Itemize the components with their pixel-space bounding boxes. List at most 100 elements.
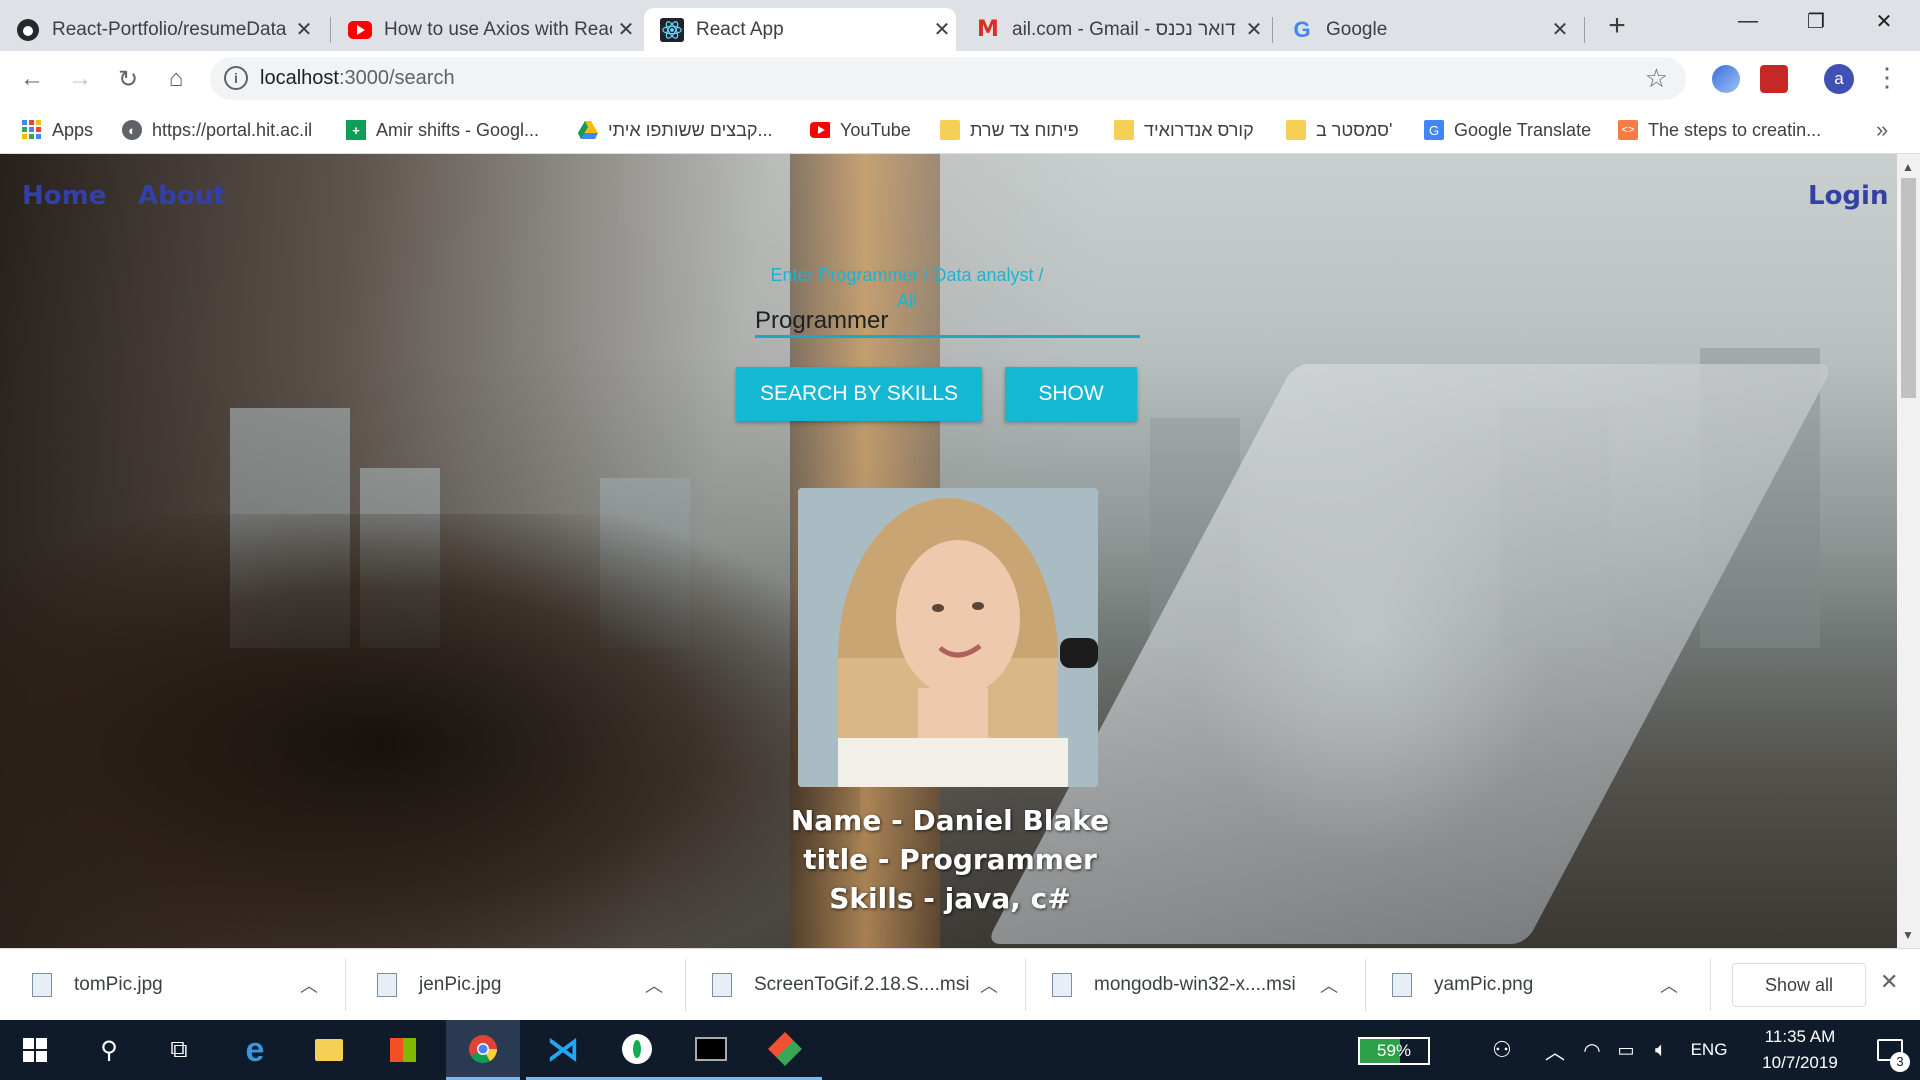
bookmark-android-course[interactable]: קורס אנדרואיד [1114, 114, 1254, 146]
bookmark-steps-creating[interactable]: <> The steps to creatin... [1618, 114, 1821, 146]
chevron-up-icon[interactable]: ︿ [645, 972, 663, 998]
bookmark-apps[interactable]: Apps [22, 114, 93, 146]
tab-google[interactable]: G Google ✕ [1274, 8, 1574, 51]
file-explorer-app[interactable] [296, 1020, 362, 1080]
task-view-button[interactable]: ⧉ [146, 1020, 212, 1080]
globe-icon: ◐ [122, 120, 142, 140]
store-icon [390, 1038, 416, 1062]
bookmark-google-translate[interactable]: G Google Translate [1424, 114, 1591, 146]
nav-login-link[interactable]: Login [1808, 181, 1888, 211]
language-indicator[interactable]: ENG [1684, 1020, 1734, 1080]
tab-separator [1272, 17, 1273, 43]
close-icon[interactable]: ✕ [290, 17, 318, 42]
search-by-skills-button[interactable]: SEARCH BY SKILLS [736, 367, 982, 421]
clock-date: 10/7/2019 [1762, 1053, 1838, 1072]
profile-skills: Skills - java, c# [829, 882, 1071, 915]
tab-github[interactable]: React-Portfolio/resumeData ✕ [0, 8, 318, 51]
bookmark-label: The steps to creatin... [1648, 119, 1822, 140]
show-button[interactable]: SHOW [1005, 367, 1137, 421]
menu-kebab-icon[interactable]: ⋮ [1874, 61, 1900, 95]
show-all-downloads-button[interactable]: Show all [1732, 963, 1866, 1007]
tab-title: How to use Axios with React [384, 18, 612, 40]
bookmark-shared-files[interactable]: קבצים ששותפו איתי... [578, 114, 773, 146]
download-item[interactable]: jenPic.jpg ︿ [345, 949, 685, 1021]
terminal-app[interactable] [674, 1020, 748, 1080]
bookmark-portal-hit[interactable]: ◐ https://portal.hit.ac.il [122, 114, 312, 146]
chevron-up-icon[interactable]: ︿ [1320, 972, 1338, 998]
search-taskbar-button[interactable]: ⚲ [76, 1020, 142, 1080]
vscode-app[interactable]: ⋊ [526, 1020, 600, 1080]
info-icon[interactable]: i [224, 66, 248, 90]
forward-button[interactable]: → [60, 59, 100, 99]
start-button[interactable] [0, 1020, 70, 1080]
action-center-button[interactable]: 3 [1860, 1020, 1920, 1080]
volume-button[interactable]: 🔈︎ [1644, 1020, 1678, 1080]
react-icon [660, 17, 684, 42]
bookmark-amir-shifts[interactable]: + Amir shifts - Googl... [346, 114, 539, 146]
bookmark-label: https://portal.hit.ac.il [152, 119, 313, 140]
close-window-button[interactable]: ✕ [1850, 0, 1918, 42]
nav-about-link[interactable]: About [138, 181, 226, 211]
speaker-icon: 🔈︎ [1655, 1038, 1667, 1061]
nav-home-link[interactable]: Home [22, 181, 106, 211]
edge-app[interactable]: e [222, 1020, 288, 1080]
terminal-icon [695, 1036, 727, 1061]
tab-youtube-axios[interactable]: How to use Axios with React ✕ [332, 8, 640, 51]
wifi-button[interactable]: ◠ [1576, 1020, 1608, 1080]
arrow-left-icon: ← [20, 65, 44, 92]
download-item[interactable]: yamPic.png ︿ [1360, 949, 1700, 1021]
reload-button[interactable]: ↻ [108, 59, 148, 99]
address-bar[interactable]: i localhost:3000/search ☆ [210, 57, 1686, 100]
scroll-up-icon[interactable]: ▲ [1902, 160, 1914, 174]
home-icon: ⌂ [168, 65, 184, 92]
chevron-up-icon[interactable]: ︿ [980, 972, 998, 998]
store-app[interactable] [370, 1020, 436, 1080]
download-item[interactable]: mongodb-win32-x....msi ︿ [1020, 949, 1360, 1021]
minimize-button[interactable]: — [1714, 0, 1782, 42]
vertical-scrollbar[interactable]: ▲ ▼ [1897, 154, 1920, 948]
bookmark-youtube[interactable]: YouTube [810, 114, 911, 146]
download-item[interactable]: ScreenToGif.2.18.S....msi ︿ [680, 949, 1020, 1021]
show-hidden-icons-button[interactable]: ︿ [1538, 1020, 1572, 1080]
avatar[interactable]: a [1824, 64, 1854, 94]
search-input[interactable] [755, 294, 1140, 338]
battery-icon: ▭ [1617, 1039, 1635, 1060]
extension-icon[interactable] [1760, 65, 1788, 93]
bookmark-label: פיתוח צד שרת [970, 119, 1079, 140]
chevron-up-icon[interactable]: ︿ [300, 972, 318, 998]
people-button[interactable]: ⚇ [1484, 1020, 1520, 1080]
bookmark-label: סמסטר ב' [1316, 119, 1393, 140]
chevron-up-icon[interactable]: ︿ [1660, 972, 1678, 998]
bookmarks-overflow-icon[interactable]: » [1876, 114, 1888, 146]
back-button[interactable]: ← [12, 59, 52, 99]
close-icon[interactable]: ✕ [1240, 17, 1268, 42]
tab-gmail[interactable]: M ail.com - Gmail - דואר נכנס ✕ [960, 8, 1268, 51]
bookmark-semester-b[interactable]: סמסטר ב' [1286, 114, 1392, 146]
download-item[interactable]: tomPic.jpg ︿ [0, 949, 340, 1021]
scrollbar-thumb[interactable] [1901, 178, 1916, 398]
bookmark-server-dev[interactable]: פיתוח צד שרת [940, 114, 1079, 146]
home-button[interactable]: ⌂ [156, 59, 196, 99]
close-icon[interactable]: ✕ [612, 17, 640, 42]
chrome-app[interactable] [446, 1020, 520, 1080]
clock[interactable]: 11:35 AM 10/7/2019 [1740, 1024, 1860, 1076]
clock-time: 11:35 AM [1764, 1027, 1836, 1046]
git-app[interactable] [748, 1020, 822, 1080]
power-button[interactable]: ▭ [1610, 1020, 1642, 1080]
bookmark-star-icon[interactable]: ☆ [1645, 63, 1668, 94]
scroll-down-icon[interactable]: ▼ [1902, 928, 1914, 942]
folder-icon [315, 1039, 343, 1061]
github-icon [16, 18, 40, 42]
new-tab-button[interactable]: + [1600, 10, 1634, 44]
bookmark-label: קבצים ששותפו איתי... [608, 119, 773, 140]
edge-icon: e [245, 1030, 265, 1069]
mongodb-compass-app[interactable] [600, 1020, 674, 1080]
close-icon[interactable]: ✕ [1546, 17, 1574, 42]
tab-react-app[interactable]: React App ✕ [644, 8, 956, 51]
extension-icon[interactable] [1712, 65, 1740, 93]
battery-indicator[interactable]: 59% [1358, 1037, 1430, 1065]
restore-button[interactable]: ❐ [1782, 0, 1850, 42]
close-icon[interactable]: ✕ [928, 17, 956, 42]
download-filename: mongodb-win32-x....msi [1094, 974, 1296, 995]
close-shelf-icon[interactable]: ✕ [1880, 969, 1898, 995]
